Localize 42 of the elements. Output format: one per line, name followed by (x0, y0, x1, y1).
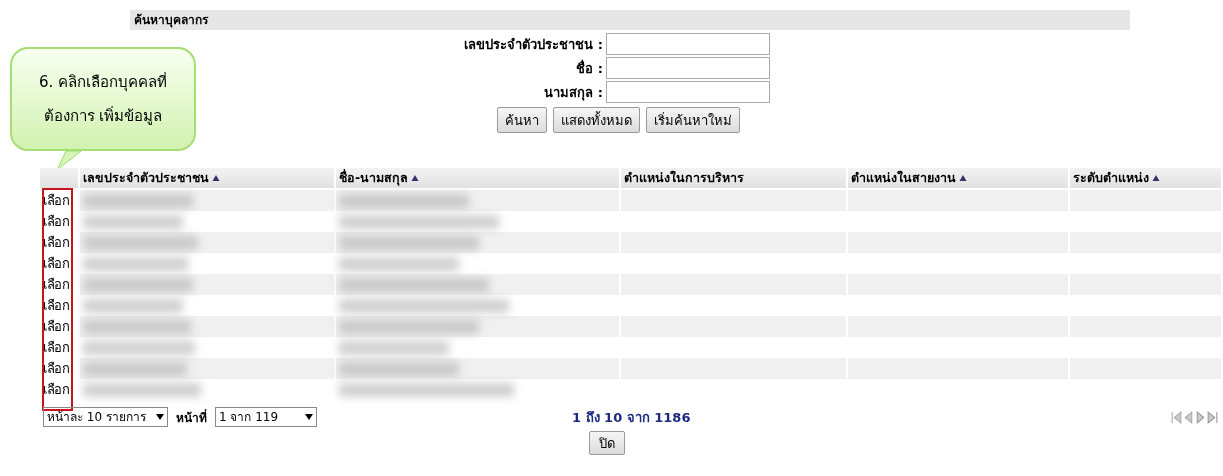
field-label: ชื่อ : (576, 58, 603, 78)
column-header[interactable]: ระดับตำแหน่ง (1069, 168, 1222, 189)
select-link[interactable]: เลือก (43, 256, 69, 271)
input-field[interactable] (606, 81, 770, 103)
close-button[interactable]: ปิด (588, 431, 625, 455)
select-link[interactable]: เลือก (43, 193, 69, 208)
last-page-icon[interactable] (1207, 410, 1218, 424)
sort-icon (959, 174, 967, 182)
callout-text: 6. คลิกเลือกบุคคลที่ (38, 71, 168, 94)
record-summary: 1 ถึง 10 จาก 1186 (572, 408, 691, 427)
page-dropdown[interactable]: 1 จาก 119 (214, 407, 317, 427)
field-label: เลขประจำตัวประชาชน : (464, 35, 603, 54)
select-link[interactable]: เลือก (43, 361, 69, 376)
select-link[interactable]: เลือก (43, 340, 69, 355)
select-link[interactable]: เลือก (43, 235, 69, 250)
input-field[interactable] (606, 33, 770, 55)
sort-icon (1152, 174, 1160, 182)
field-label: นามสกุล : (544, 83, 603, 103)
page-label: หน้าที่ (175, 408, 207, 427)
select-link[interactable]: เลือก (43, 319, 69, 334)
column-header[interactable]: เลขประจำตัวประชาชน (79, 168, 335, 189)
column-header: ตำแหน่งในการบริหาร (620, 168, 847, 189)
select-link[interactable]: เลือก (43, 298, 69, 313)
select-link[interactable]: เลือก (43, 277, 69, 292)
page-size-dropdown[interactable]: หน้าละ 10 รายการ (43, 407, 168, 427)
first-page-icon[interactable] (1171, 410, 1182, 424)
search-button[interactable]: เริ่มค้นหาใหม่ (646, 107, 740, 133)
dropdown-arrow-icon (304, 414, 313, 420)
search-button[interactable]: ค้นหา (497, 107, 547, 133)
input-field[interactable] (606, 57, 770, 79)
sort-icon (212, 174, 220, 182)
dropdown-arrow-icon (155, 414, 164, 420)
next-page-icon[interactable] (1195, 410, 1206, 424)
select-link[interactable]: เลือก (43, 214, 69, 229)
previous-page-icon[interactable] (1183, 410, 1194, 424)
search-button[interactable]: แสดงทั้งหมด (553, 107, 640, 133)
select-link[interactable]: เลือก (43, 382, 69, 397)
sort-icon (411, 174, 420, 182)
column-header[interactable]: ชื่อ-นามสกุล (335, 168, 620, 189)
column-header[interactable]: ตำแหน่งในสายงาน (847, 168, 1069, 189)
callout-text: ต้องการ เพิ่มข้อมูล (43, 105, 163, 127)
panel-title: ค้นหาบุคลากร (130, 10, 1130, 30)
